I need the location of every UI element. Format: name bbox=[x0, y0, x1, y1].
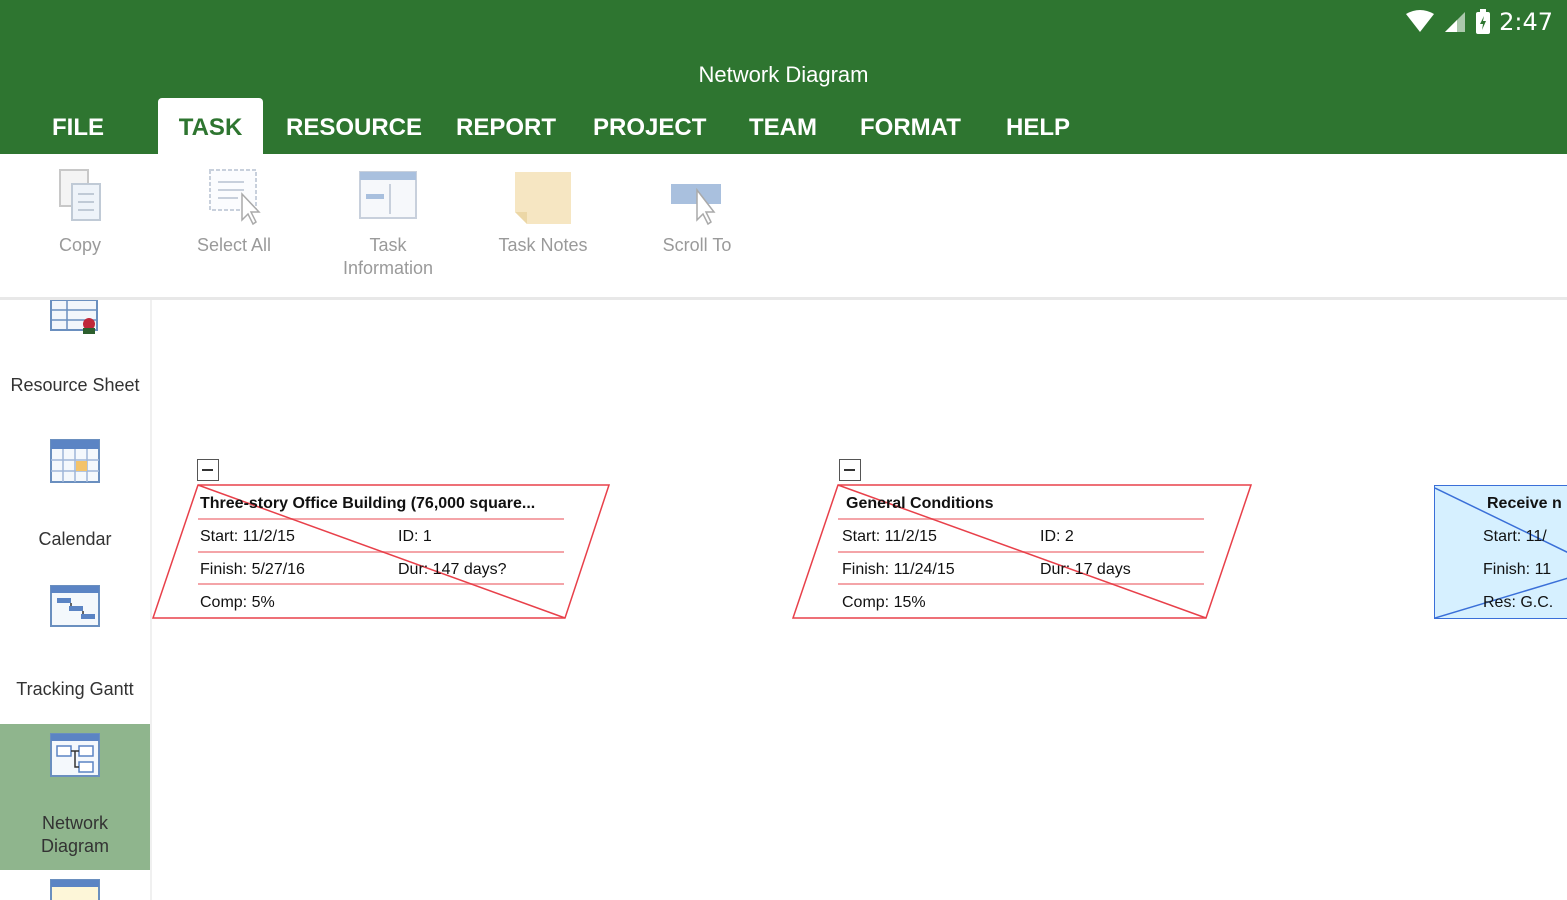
node-3-shape[interactable]: Receive n Start: 11/ Finish: 11 Res: G.C… bbox=[1434, 485, 1567, 619]
task-information-button[interactable]: Task Information bbox=[330, 164, 446, 280]
task-information-label-2: Information bbox=[342, 258, 434, 278]
tab-team[interactable]: TEAM bbox=[729, 98, 837, 154]
node-3-resource: Res: G.C. bbox=[1483, 594, 1554, 611]
ribbon-toolbar: Copy Select All Task Information Task No… bbox=[0, 154, 1567, 300]
tab-project[interactable]: PROJECT bbox=[573, 98, 726, 154]
node-1-title: Three-story Office Building (76,000 squa… bbox=[200, 495, 536, 512]
copy-icon bbox=[59, 169, 101, 221]
node-1-complete: Comp: 5% bbox=[200, 594, 275, 611]
task-notes-label: Task Notes bbox=[498, 235, 588, 255]
status-bar: 2:47 bbox=[0, 0, 1567, 44]
select-all-icon bbox=[209, 169, 261, 226]
node-1-id: ID: 1 bbox=[398, 528, 432, 545]
node-3-start: Start: 11/ bbox=[1483, 528, 1547, 545]
view-icon bbox=[50, 879, 100, 900]
node-2-id: ID: 2 bbox=[1040, 528, 1074, 545]
network-diagram-icon bbox=[50, 733, 100, 777]
view-sidebar: Resource Sheet Calendar Tracking Gantt N… bbox=[0, 300, 152, 900]
task-information-label-1: Task bbox=[369, 235, 407, 255]
tab-file[interactable]: FILE bbox=[32, 98, 124, 154]
app-bar: Network Diagram FILE TASK RESOURCE REPOR… bbox=[0, 44, 1567, 154]
network-diagram-label-1: Network bbox=[41, 813, 108, 833]
node-2-duration: Dur: 17 days bbox=[1040, 561, 1131, 578]
signal-icon bbox=[1445, 12, 1466, 32]
task-notes-icon bbox=[515, 172, 571, 224]
tab-help[interactable]: HELP bbox=[986, 98, 1090, 154]
scroll-to-icon bbox=[671, 184, 721, 226]
nav-next-view[interactable] bbox=[0, 878, 150, 900]
tab-resource[interactable]: RESOURCE bbox=[266, 98, 442, 154]
node-1-duration: Dur: 147 days? bbox=[398, 561, 507, 578]
scroll-to-button[interactable]: Scroll To bbox=[652, 164, 742, 257]
battery-icon bbox=[1476, 9, 1491, 34]
select-all-label: Select All bbox=[196, 235, 272, 255]
collapse-toggle-2[interactable] bbox=[839, 459, 861, 481]
network-diagram-label-2: Diagram bbox=[40, 836, 110, 856]
nav-tracking-gantt[interactable]: Tracking Gantt bbox=[0, 578, 150, 699]
status-time: 2:47 bbox=[1499, 8, 1553, 36]
tab-format[interactable]: FORMAT bbox=[840, 98, 981, 154]
node-2-title: General Conditions bbox=[846, 495, 994, 512]
node-2-finish: Finish: 11/24/15 bbox=[842, 561, 955, 578]
tab-task[interactable]: TASK bbox=[158, 98, 263, 154]
select-all-button[interactable]: Select All bbox=[188, 164, 280, 257]
app-title: Network Diagram bbox=[698, 62, 869, 87]
nav-calendar[interactable]: Calendar bbox=[0, 430, 150, 550]
calendar-label: Calendar bbox=[38, 529, 112, 549]
node-3-title: Receive n bbox=[1487, 495, 1562, 512]
network-diagram-canvas[interactable]: Three-story Office Building (76,000 squa… bbox=[152, 303, 1567, 900]
node-1-start: Start: 11/2/15 bbox=[200, 528, 295, 545]
node-2-start: Start: 11/2/15 bbox=[842, 528, 937, 545]
resource-sheet-icon bbox=[50, 300, 98, 334]
task-notes-button[interactable]: Task Notes bbox=[490, 164, 596, 257]
nav-resource-sheet[interactable]: Resource Sheet bbox=[0, 300, 150, 410]
collapse-toggle-1[interactable] bbox=[197, 459, 219, 481]
resource-sheet-label: Resource Sheet bbox=[10, 375, 140, 395]
calendar-icon bbox=[50, 439, 100, 483]
nav-network-diagram[interactable]: Network Diagram bbox=[0, 724, 150, 870]
task-information-icon bbox=[359, 171, 417, 219]
tracking-gantt-icon bbox=[50, 585, 100, 627]
node-3-finish: Finish: 11 bbox=[1483, 561, 1552, 578]
scroll-to-label: Scroll To bbox=[662, 235, 732, 255]
ribbon-tabs: FILE TASK RESOURCE REPORT PROJECT TEAM F… bbox=[0, 98, 1567, 154]
wifi-icon bbox=[1406, 10, 1435, 32]
status-icons: 2:47 bbox=[1405, 6, 1553, 38]
tab-report[interactable]: REPORT bbox=[436, 98, 576, 154]
node-1-finish: Finish: 5/27/16 bbox=[200, 561, 305, 578]
node-2-complete: Comp: 15% bbox=[842, 594, 926, 611]
copy-button[interactable]: Copy bbox=[40, 164, 120, 257]
copy-label: Copy bbox=[58, 235, 102, 255]
tracking-gantt-label: Tracking Gantt bbox=[16, 679, 134, 699]
